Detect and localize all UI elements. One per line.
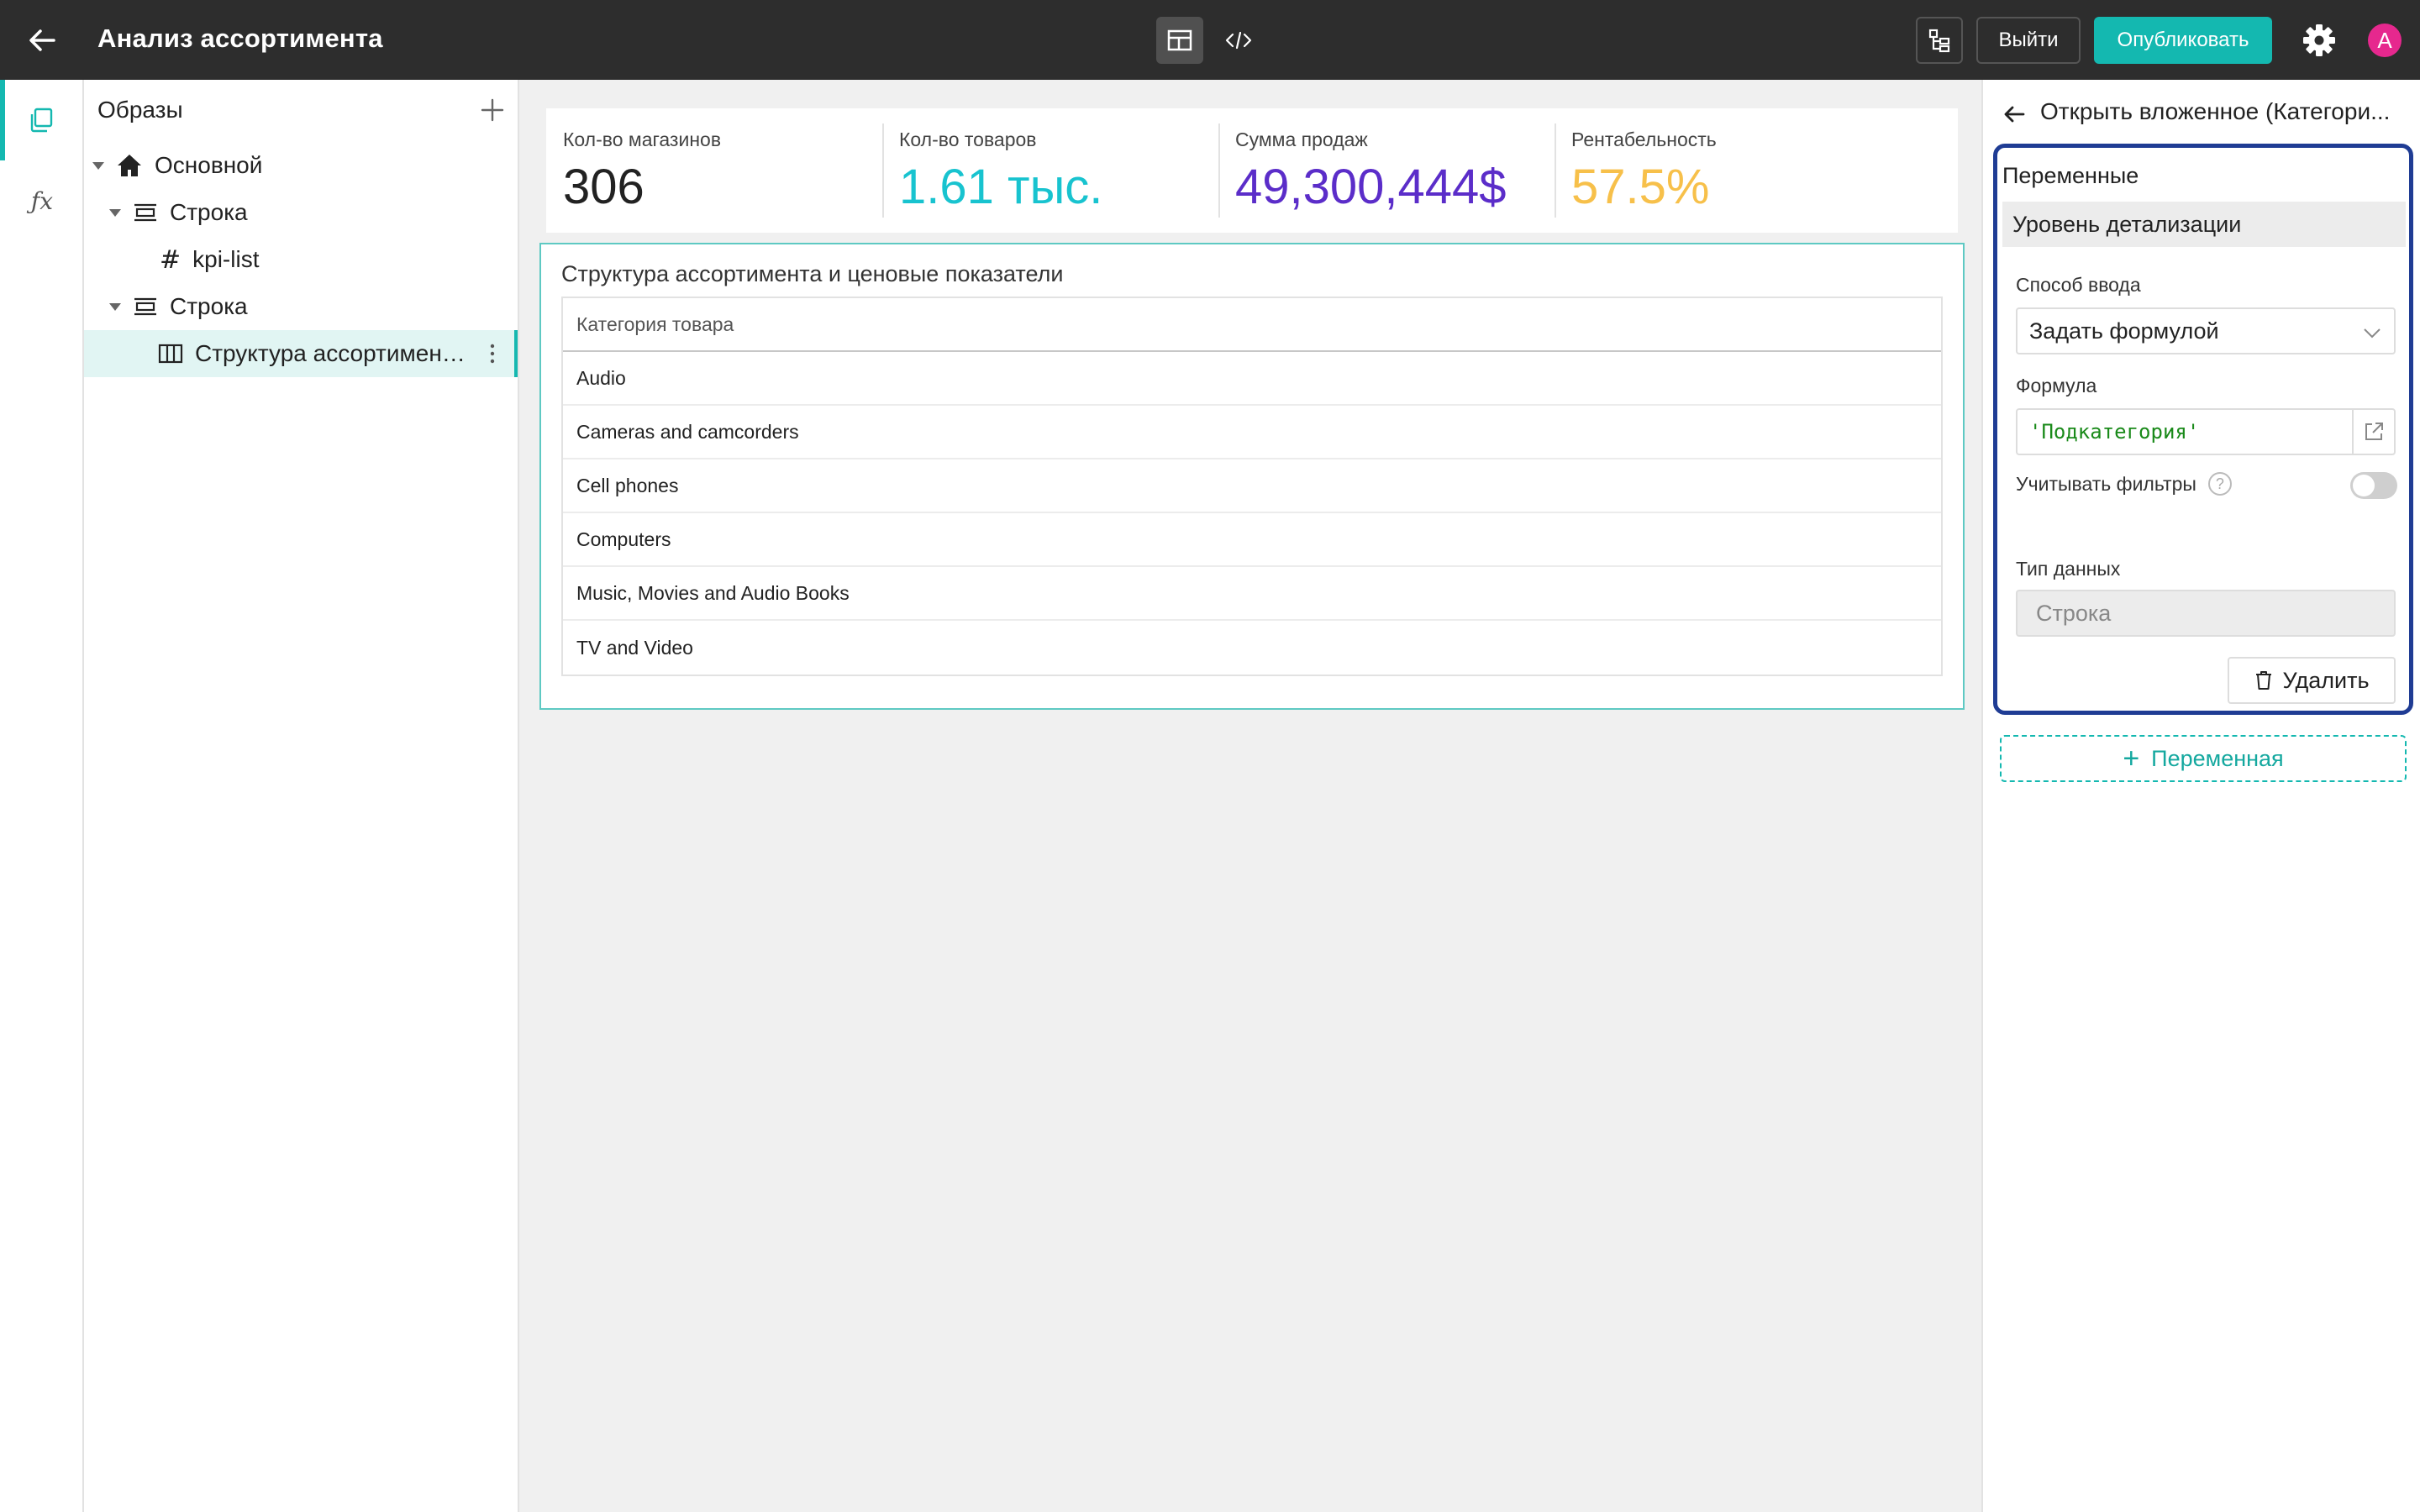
data-type-field: Строка [2016, 590, 2396, 637]
delete-label: Удалить [2282, 667, 2370, 693]
variables-section: Переменные Уровень детализации Способ вв… [1993, 144, 2413, 715]
fx-icon: ƒx [30, 186, 54, 215]
gear-icon[interactable] [2301, 22, 2338, 59]
tree-item-main[interactable]: Основной [84, 142, 518, 189]
tree-item-label: kpi-list [192, 246, 260, 272]
code-icon [1225, 31, 1252, 50]
variable-item[interactable]: Уровень детализации [2002, 202, 2406, 247]
kebab-menu-icon[interactable] [489, 342, 496, 365]
kpi-list[interactable]: Кол-во магазинов 306 Кол-во товаров 1.61… [546, 108, 1958, 233]
add-variable-button[interactable]: + Переменная [2000, 735, 2407, 782]
tree-item-row[interactable]: Строка [84, 189, 518, 236]
structure-button[interactable] [1916, 17, 1963, 64]
tree-item-kpi-list[interactable]: # kpi-list [84, 236, 518, 283]
table-row[interactable]: TV and Video [563, 621, 1941, 675]
filters-row: Учитывать фильтры ? [2016, 472, 2232, 496]
layout-icon [1167, 29, 1192, 51]
chevron-down-icon [2364, 328, 2381, 339]
caret-down-icon [109, 209, 121, 217]
plus-icon: + [2123, 743, 2140, 774]
caret-down-icon [92, 162, 104, 170]
tree-item-row[interactable]: Строка [84, 283, 518, 330]
tree-item-table[interactable]: Структура ассортимен… [84, 330, 518, 377]
table-row[interactable]: Music, Movies and Audio Books [563, 567, 1941, 621]
properties-panel: Открыть вложенное (Категори... Переменны… [1981, 80, 2420, 1512]
kpi-label: Кол-во магазинов [563, 129, 722, 150]
rail-formula-button[interactable]: ƒx [0, 160, 84, 241]
panel-title: Открыть вложенное (Категори... [2040, 98, 2391, 124]
avatar[interactable]: A [2368, 24, 2402, 57]
table-row[interactable]: Cell phones [563, 459, 1941, 513]
back-arrow-icon[interactable] [24, 22, 60, 59]
table-row[interactable]: Audio [563, 352, 1941, 406]
caret-down-icon [109, 303, 121, 311]
tree-panel: Образы Основной Строка # kpi-list Строка… [84, 80, 519, 1512]
input-method-select[interactable]: Задать формулой [2016, 307, 2396, 354]
open-editor-icon[interactable] [2352, 410, 2394, 454]
category-table: Категория товара Audio Cameras and camco… [561, 297, 1943, 676]
row-icon [133, 297, 158, 317]
left-rail: ƒx [0, 80, 84, 1512]
row-icon [133, 202, 158, 223]
column-header[interactable]: Категория товара [563, 298, 1941, 352]
hash-icon: # [160, 244, 182, 275]
toggle-knob [2353, 475, 2375, 496]
kpi-label: Кол-во товаров [899, 129, 1037, 150]
pages-icon [30, 108, 53, 133]
tree-title: Образы [97, 97, 183, 123]
kpi-label: Сумма продаж [1235, 129, 1368, 150]
trash-icon [2256, 671, 2272, 690]
data-type-label: Тип данных [2016, 558, 2121, 580]
back-arrow-icon[interactable] [2000, 100, 2028, 129]
kpi-divider [1218, 123, 1220, 218]
publish-button[interactable]: Опубликовать [2094, 17, 2272, 64]
input-method-label: Способ ввода [2016, 274, 2141, 296]
top-bar: Анализ ассортимента Выйти Опубликовать A [0, 0, 2420, 80]
filters-label: Учитывать фильтры [2016, 472, 2196, 495]
tree-item-label: Строка [170, 199, 248, 225]
widget-title: Структура ассортимента и ценовые показат… [561, 261, 1064, 286]
table-row[interactable]: Computers [563, 513, 1941, 567]
kpi-value: 57.5% [1571, 160, 1710, 214]
filters-toggle[interactable] [2350, 472, 2397, 499]
delete-button[interactable]: Удалить [2228, 657, 2396, 704]
formula-value: 'Подкатегория' [2029, 420, 2200, 444]
tree-item-label: Строка [170, 293, 248, 319]
formula-label: Формула [2016, 375, 2097, 396]
code-mode-button[interactable] [1215, 17, 1262, 64]
layout-mode-button[interactable] [1156, 17, 1203, 64]
structure-icon [1928, 29, 1950, 53]
home-icon [116, 153, 143, 178]
table-columns-icon [158, 344, 183, 364]
help-icon[interactable]: ? [2207, 472, 2232, 496]
input-method-value: Задать формулой [2029, 318, 2219, 344]
tree-item-label: Структура ассортимен… [195, 340, 466, 366]
add-variable-label: Переменная [2151, 745, 2284, 771]
kpi-divider [882, 123, 884, 218]
tree-item-label: Основной [155, 152, 263, 178]
page-title: Анализ ассортимента [97, 24, 383, 53]
kpi-value: 306 [563, 160, 644, 214]
kpi-label: Рентабельность [1571, 129, 1717, 150]
canvas: Кол-во магазинов 306 Кол-во товаров 1.61… [519, 80, 1981, 1512]
kpi-value: 1.61 тыс. [899, 160, 1103, 214]
kpi-value: 49,300,444$ [1235, 160, 1507, 214]
add-icon[interactable] [477, 95, 508, 125]
assortment-table-widget[interactable]: Структура ассортимента и ценовые показат… [539, 243, 1965, 710]
variables-heading: Переменные [2002, 163, 2139, 188]
kpi-divider [1555, 123, 1556, 218]
rail-pages-button[interactable] [0, 80, 84, 160]
exit-button[interactable]: Выйти [1976, 17, 2081, 64]
formula-input[interactable]: 'Подкатегория' [2016, 408, 2396, 455]
table-row[interactable]: Cameras and camcorders [563, 406, 1941, 459]
